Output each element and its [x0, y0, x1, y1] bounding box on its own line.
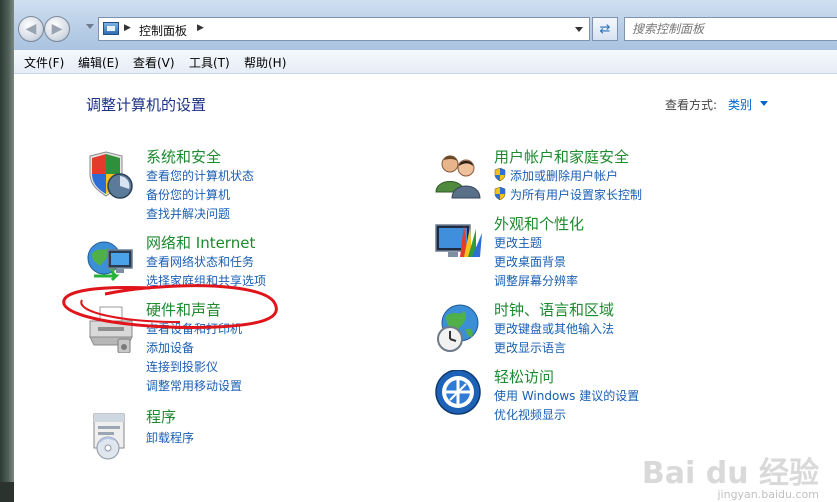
clock-globe-icon[interactable]	[434, 303, 484, 353]
address-bar[interactable]: ▶ 控制面板 ▶	[98, 17, 590, 41]
control-panel-window: ◀ ▶ ▶ 控制面板 ▶ ⇄ 文件(F) 编辑(E) 查看(V) 工具(T) 帮…	[0, 0, 837, 502]
breadcrumb-chevron-icon[interactable]: ▶	[197, 23, 204, 33]
category-title-user-accounts[interactable]: 用户帐户和家庭安全	[494, 146, 629, 167]
link-change-keyboard[interactable]: 更改键盘或其他输入法	[494, 320, 614, 337]
menu-bar: 文件(F) 编辑(E) 查看(V) 工具(T) 帮助(H)	[14, 50, 837, 74]
menu-help[interactable]: 帮助(H)	[244, 54, 286, 71]
category-title-clock-region[interactable]: 时钟、语言和区域	[494, 299, 614, 320]
control-panel-icon	[103, 22, 119, 35]
menu-file[interactable]: 文件(F)	[24, 54, 64, 71]
link-add-device[interactable]: 添加设备	[146, 339, 194, 356]
navigation-bar: ◀ ▶ ▶ 控制面板 ▶ ⇄	[14, 0, 837, 51]
search-box[interactable]	[624, 17, 837, 41]
category-title-appearance[interactable]: 外观和个性化	[494, 213, 584, 234]
link-troubleshoot[interactable]: 查找并解决问题	[146, 205, 230, 222]
link-connect-projector[interactable]: 连接到投影仪	[146, 358, 218, 375]
ease-of-access-icon[interactable]	[434, 370, 484, 420]
link-change-background[interactable]: 更改桌面背景	[494, 253, 566, 270]
background-window-edge	[0, 0, 14, 502]
link-uninstall-program[interactable]: 卸载程序	[146, 429, 194, 446]
menu-view[interactable]: 查看(V)	[133, 54, 175, 71]
link-backup-computer[interactable]: 备份您的计算机	[146, 186, 230, 203]
network-globe-icon[interactable]	[86, 236, 136, 286]
category-title-ease-access[interactable]: 轻松访问	[494, 366, 554, 387]
category-title-system-security[interactable]: 系统和安全	[146, 146, 221, 167]
link-screen-resolution[interactable]: 调整屏幕分辨率	[494, 272, 578, 289]
page-title: 调整计算机的设置	[86, 96, 207, 114]
view-by-selector[interactable]: 类别	[728, 96, 752, 113]
view-by-dropdown-icon[interactable]	[760, 101, 768, 106]
refresh-button[interactable]: ⇄	[592, 17, 618, 41]
programs-disc-icon[interactable]	[86, 410, 136, 460]
forward-button[interactable]: ▶	[44, 16, 70, 42]
category-title-network[interactable]: 网络和 Internet	[146, 232, 255, 253]
link-add-remove-accounts[interactable]: 添加或删除用户帐户	[510, 167, 618, 184]
link-devices-printers[interactable]: 查看设备和打印机	[146, 320, 242, 337]
search-input[interactable]	[625, 18, 837, 40]
link-view-network-status[interactable]: 查看网络状态和任务	[146, 253, 254, 270]
baidu-watermark: Bai du 经验 jingyan.baidu.com	[641, 448, 819, 501]
watermark-logo: Bai du 经验	[641, 456, 819, 491]
main-content: 调整计算机的设置 查看方式: 类别 系统和安全 查看您的计算机状态 备份您的计算…	[14, 74, 837, 502]
link-change-display-language[interactable]: 更改显示语言	[494, 339, 566, 356]
link-recommended-settings[interactable]: 使用 Windows 建议的设置	[494, 387, 639, 404]
link-view-computer-status[interactable]: 查看您的计算机状态	[146, 167, 254, 184]
address-dropdown-icon[interactable]	[575, 27, 583, 32]
back-button[interactable]: ◀	[18, 16, 44, 42]
printer-icon[interactable]	[86, 303, 136, 353]
link-optimize-video[interactable]: 优化视频显示	[494, 406, 566, 423]
view-by-label: 查看方式:	[665, 98, 718, 112]
category-title-programs[interactable]: 程序	[146, 406, 176, 427]
menu-tools[interactable]: 工具(T)	[189, 54, 230, 71]
watermark-url: jingyan.baidu.com	[717, 488, 819, 501]
link-homegroup-sharing[interactable]: 选择家庭组和共享选项	[146, 272, 266, 289]
link-parental-controls[interactable]: 为所有用户设置家长控制	[510, 186, 642, 203]
shield-icon[interactable]	[86, 150, 136, 200]
back-arrow-icon: ◀	[25, 21, 37, 37]
appearance-icon[interactable]	[434, 217, 484, 267]
category-title-hardware-sound[interactable]: 硬件和声音	[146, 299, 221, 320]
breadcrumb-chevron-icon[interactable]: ▶	[124, 23, 131, 33]
menu-edit[interactable]: 编辑(E)	[78, 54, 119, 71]
forward-arrow-icon: ▶	[51, 21, 63, 37]
link-mobility-settings[interactable]: 调整常用移动设置	[146, 377, 242, 394]
link-change-theme[interactable]: 更改主题	[494, 234, 542, 251]
recent-pages-dropdown[interactable]	[86, 24, 94, 29]
uac-shield-icon	[494, 168, 506, 181]
taskbar-edge	[0, 482, 14, 502]
uac-shield-icon	[494, 187, 506, 200]
breadcrumb-control-panel[interactable]: 控制面板	[139, 22, 187, 39]
refresh-icon: ⇄	[599, 21, 611, 37]
users-icon[interactable]	[434, 150, 484, 200]
